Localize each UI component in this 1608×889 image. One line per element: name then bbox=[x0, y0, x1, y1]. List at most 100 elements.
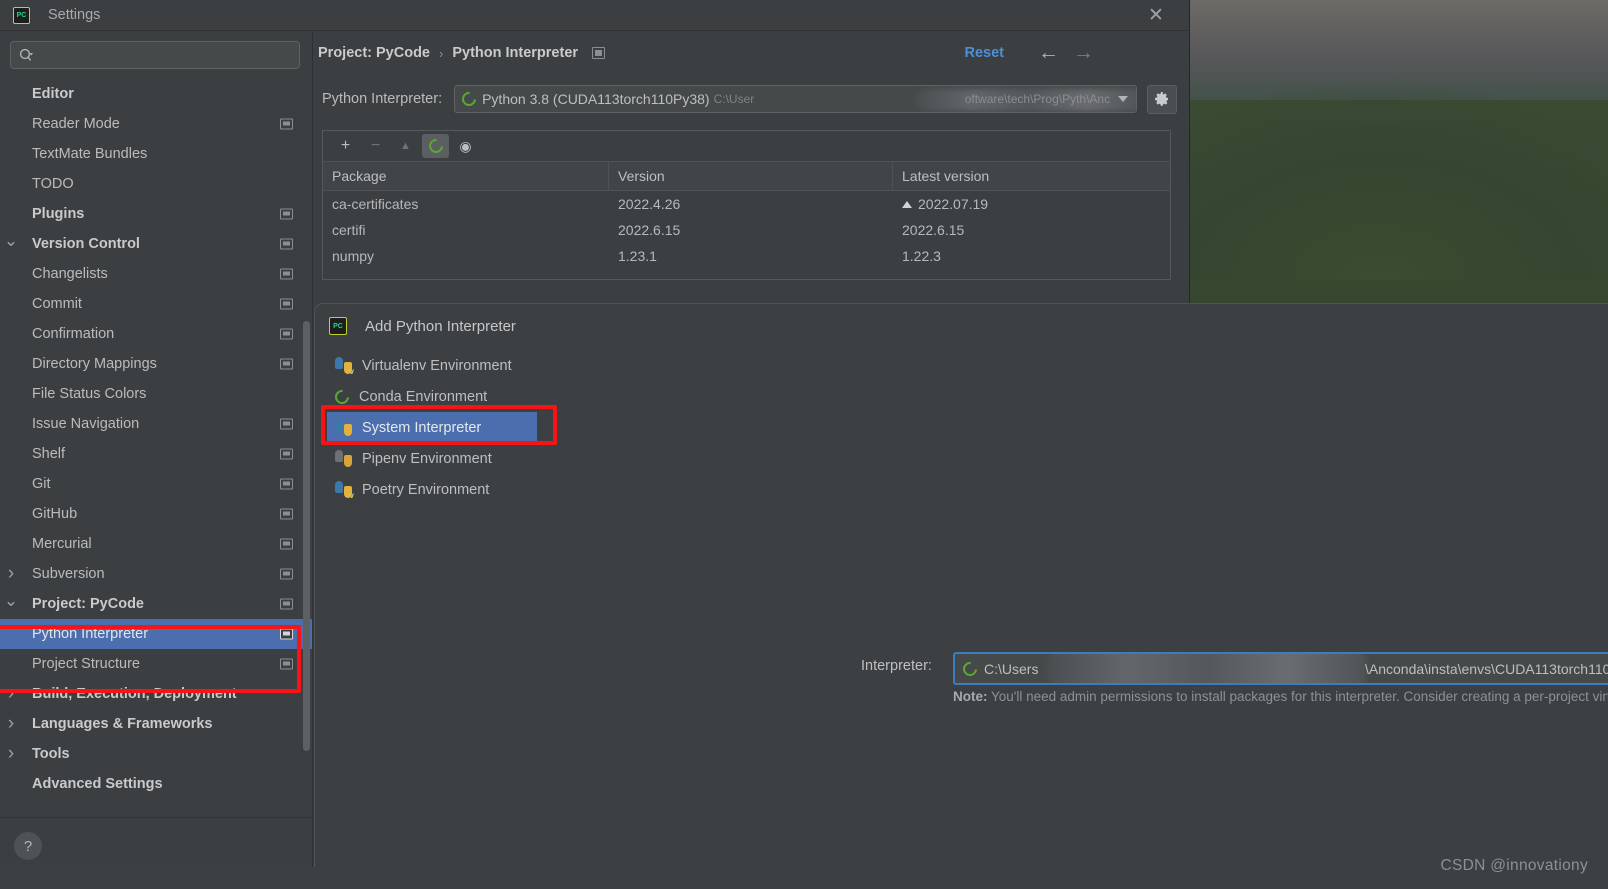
gear-icon[interactable] bbox=[1147, 84, 1178, 114]
upgrade-package-button: ▲ bbox=[400, 140, 411, 152]
table-row[interactable]: numpy 1.23.1 1.22.3 bbox=[323, 243, 1170, 269]
sidebar-item-label: Languages & Frameworks bbox=[32, 716, 213, 732]
sidebar-item-commit[interactable]: Commit bbox=[0, 289, 312, 319]
settings-scope-icon bbox=[280, 208, 293, 220]
sidebar-item-project-structure[interactable]: Project Structure bbox=[0, 649, 312, 679]
breadcrumb: Project: PyCode › Python Interpreter Res… bbox=[313, 31, 1189, 75]
env-option-label: Virtualenv Environment bbox=[362, 357, 512, 374]
search-input[interactable] bbox=[40, 47, 291, 63]
conda-icon bbox=[332, 386, 352, 407]
sidebar-item-project-pycode[interactable]: ⌄ Project: PyCode bbox=[0, 589, 312, 619]
sidebar-item-python-interpreter[interactable]: Python Interpreter bbox=[0, 619, 312, 649]
eye-icon[interactable]: ◉ bbox=[452, 134, 479, 158]
breadcrumb-current: Python Interpreter bbox=[452, 45, 579, 61]
sidebar-item-confirmation[interactable]: Confirmation bbox=[0, 319, 312, 349]
dialog-note-bold: Note: bbox=[953, 689, 988, 704]
arrow-right-icon[interactable]: → bbox=[1073, 41, 1094, 65]
settings-tree[interactable]: Editor Reader Mode TextMate Bundles TODO Plu… bbox=[0, 77, 312, 817]
sidebar-item-editor[interactable]: Editor bbox=[0, 79, 312, 109]
cell-version: 1.23.1 bbox=[618, 248, 657, 264]
search-icon bbox=[19, 48, 34, 63]
settings-scope-icon bbox=[280, 328, 293, 340]
cell-latest-version: 1.22.3 bbox=[893, 248, 1170, 264]
environment-type-list[interactable]: v Virtualenv Environment Conda Environment… bbox=[327, 350, 557, 505]
sidebar-item-label: Directory Mappings bbox=[32, 356, 157, 372]
sidebar-item-todo[interactable]: TODO bbox=[0, 169, 312, 199]
sidebar-item-github[interactable]: GitHub bbox=[0, 499, 312, 529]
interpreter-label: Python Interpreter: bbox=[322, 91, 443, 107]
sidebar-item-label: Editor bbox=[32, 86, 74, 102]
chevron-down-icon[interactable] bbox=[1118, 96, 1129, 102]
breadcrumb-scope-icon bbox=[592, 47, 606, 59]
pycharm-logo-text: PC bbox=[16, 11, 27, 19]
venv-badge-icon: v bbox=[349, 367, 354, 376]
poetry-icon: v bbox=[335, 481, 354, 500]
arrow-left-icon[interactable]: ← bbox=[1038, 41, 1059, 65]
breadcrumb-root[interactable]: Project: PyCode bbox=[318, 45, 430, 61]
sidebar-item-label: Mercurial bbox=[32, 536, 92, 552]
close-icon[interactable]: ✕ bbox=[1143, 2, 1169, 28]
search-box[interactable] bbox=[10, 41, 300, 69]
sidebar-item-label: Version Control bbox=[32, 236, 140, 252]
sidebar-item-tools[interactable]: › Tools bbox=[0, 739, 312, 769]
reset-link[interactable]: Reset bbox=[965, 45, 1005, 61]
sidebar-item-issue-navigation[interactable]: Issue Navigation bbox=[0, 409, 312, 439]
env-option-virtualenv-environment[interactable]: v Virtualenv Environment bbox=[327, 350, 557, 381]
dialog-logo-text: PC bbox=[333, 322, 343, 330]
sidebar-item-label: Build, Execution, Deployment bbox=[32, 686, 237, 702]
sidebar-item-git[interactable]: Git bbox=[0, 469, 312, 499]
settings-scope-icon bbox=[280, 448, 293, 460]
settings-scope-icon bbox=[280, 268, 293, 280]
env-option-conda-environment[interactable]: Conda Environment bbox=[327, 381, 557, 412]
sidebar-item-file-status-colors[interactable]: File Status Colors bbox=[0, 379, 312, 409]
conda-icon bbox=[425, 136, 446, 156]
env-option-label: Poetry Environment bbox=[362, 481, 490, 498]
pipenv-icon bbox=[335, 450, 352, 467]
help-button[interactable]: ? bbox=[14, 832, 42, 860]
dialog-interpreter-path-suffix: \Anconda\insta\envs\CUDA113torch110Py38\… bbox=[1365, 660, 1608, 677]
sidebar-item-mercurial[interactable]: Mercurial bbox=[0, 529, 312, 559]
sidebar-item-version-control[interactable]: ⌄ Version Control bbox=[0, 229, 312, 259]
packages-table-header: Package Version Latest version bbox=[323, 161, 1170, 191]
column-header-version[interactable]: Version bbox=[609, 161, 893, 191]
dialog-interpreter-field[interactable]: C:\Users \Anconda\insta\envs\CUDA113torc… bbox=[953, 652, 1608, 685]
packages-table-body[interactable]: ca-certificates 2022.4.26 2022.07.19 certif… bbox=[323, 191, 1170, 269]
settings-scope-icon bbox=[280, 478, 293, 490]
settings-scope-icon bbox=[280, 358, 293, 370]
sidebar-item-build-execution-deployment[interactable]: › Build, Execution, Deployment bbox=[0, 679, 312, 709]
sidebar-item-changelists[interactable]: Changelists bbox=[0, 259, 312, 289]
chevron-down-icon[interactable]: ⌄ bbox=[4, 232, 18, 249]
sidebar-item-textmate-bundles[interactable]: TextMate Bundles bbox=[0, 139, 312, 169]
sidebar-item-languages-frameworks[interactable]: › Languages & Frameworks bbox=[0, 709, 312, 739]
chevron-down-icon[interactable]: ⌄ bbox=[4, 592, 18, 609]
python-icon bbox=[335, 419, 352, 436]
sidebar-item-subversion[interactable]: › Subversion bbox=[0, 559, 312, 589]
sidebar-item-label: Advanced Settings bbox=[32, 776, 163, 792]
table-row[interactable]: certifi 2022.6.15 2022.6.15 bbox=[323, 217, 1170, 243]
conda-toggle-button[interactable] bbox=[422, 134, 449, 158]
watermark: CSDN @innovationy bbox=[1440, 857, 1588, 874]
sidebar-scrollbar[interactable] bbox=[303, 321, 310, 751]
env-option-pipenv-environment[interactable]: Pipenv Environment bbox=[327, 443, 557, 474]
env-option-system-interpreter[interactable]: System Interpreter bbox=[327, 412, 537, 443]
sidebar-item-plugins[interactable]: Plugins bbox=[0, 199, 312, 229]
cell-package: certifi bbox=[332, 222, 366, 238]
cell-package: numpy bbox=[332, 248, 375, 264]
sidebar-item-reader-mode[interactable]: Reader Mode bbox=[0, 109, 312, 139]
column-header-latest-version[interactable]: Latest version bbox=[893, 162, 1170, 191]
python-venv-icon: v bbox=[335, 357, 354, 376]
column-header-package[interactable]: Package bbox=[323, 161, 609, 191]
cell-version: 2022.6.15 bbox=[618, 222, 681, 238]
sidebar-item-directory-mappings[interactable]: Directory Mappings bbox=[0, 349, 312, 379]
sidebar-item-shelf[interactable]: Shelf bbox=[0, 439, 312, 469]
settings-scope-icon bbox=[280, 298, 293, 310]
env-option-label: Pipenv Environment bbox=[362, 450, 492, 467]
cell-package: ca-certificates bbox=[332, 196, 419, 212]
add-package-button[interactable]: + bbox=[332, 134, 359, 158]
table-row[interactable]: ca-certificates 2022.4.26 2022.07.19 bbox=[323, 191, 1170, 217]
env-option-poetry-environment[interactable]: v Poetry Environment bbox=[327, 474, 557, 505]
interpreter-combobox[interactable]: Python 3.8 (CUDA113torch110Py38) C:\User… bbox=[454, 85, 1138, 113]
sidebar-item-advanced-settings[interactable]: Advanced Settings bbox=[0, 769, 312, 799]
sidebar-item-label: Issue Navigation bbox=[32, 416, 140, 432]
dialog-note-text: You'll need admin permissions to install… bbox=[991, 689, 1608, 704]
